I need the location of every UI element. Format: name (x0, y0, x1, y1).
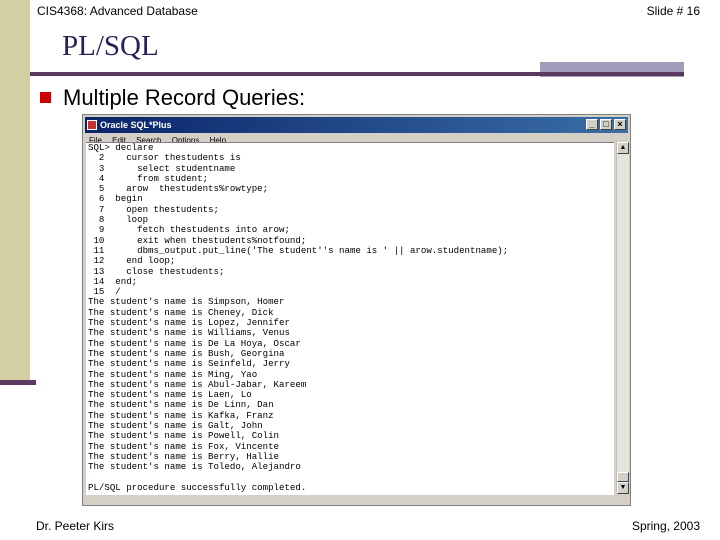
oracle-app-icon (87, 120, 97, 130)
scroll-up-arrow-icon[interactable]: ▲ (617, 142, 629, 154)
console-line: The student's name is Toledo, Alejandro (88, 461, 301, 473)
course-label: CIS4368: Advanced Database (37, 4, 198, 18)
sqlplus-console-output[interactable]: SQL> declare 2 cursor thestudents is 3 s… (86, 142, 614, 495)
window-title: Oracle SQL*Plus (100, 120, 172, 130)
left-decorative-bar (0, 380, 36, 385)
console-line: 14 end; (88, 275, 138, 287)
vertical-scrollbar[interactable]: ▲ ▼ (616, 142, 629, 494)
slide-number: Slide # 16 (646, 4, 700, 18)
window-titlebar[interactable]: Oracle SQL*Plus _ □ × (85, 117, 628, 133)
term-label: Spring, 2003 (631, 519, 700, 533)
console-line: 5 arow thestudents%rowtype; (88, 183, 269, 195)
bullet-square-icon (40, 92, 51, 103)
scroll-down-arrow-icon[interactable]: ▼ (617, 482, 629, 494)
close-button[interactable]: × (614, 119, 626, 130)
scroll-thumb[interactable] (617, 472, 629, 482)
console-line: 13 close thestudents; (88, 265, 225, 277)
bullet-text: Multiple Record Queries: (63, 85, 306, 110)
minimize-button[interactable]: _ (586, 119, 598, 130)
console-line: The student's name is Seinfeld, Jerry (88, 358, 290, 370)
title-rule (30, 72, 684, 76)
left-decorative-band (0, 0, 30, 385)
slide-title: PL/SQL (62, 30, 159, 62)
console-line: PL/SQL procedure successfully completed. (88, 481, 307, 493)
maximize-button[interactable]: □ (600, 119, 612, 130)
author-label: Dr. Peeter Kirs (36, 519, 115, 533)
console-line: 7 open thestudents; (88, 203, 219, 215)
sqlplus-window: Oracle SQL*Plus _ □ × File Edit Search O… (82, 114, 631, 506)
